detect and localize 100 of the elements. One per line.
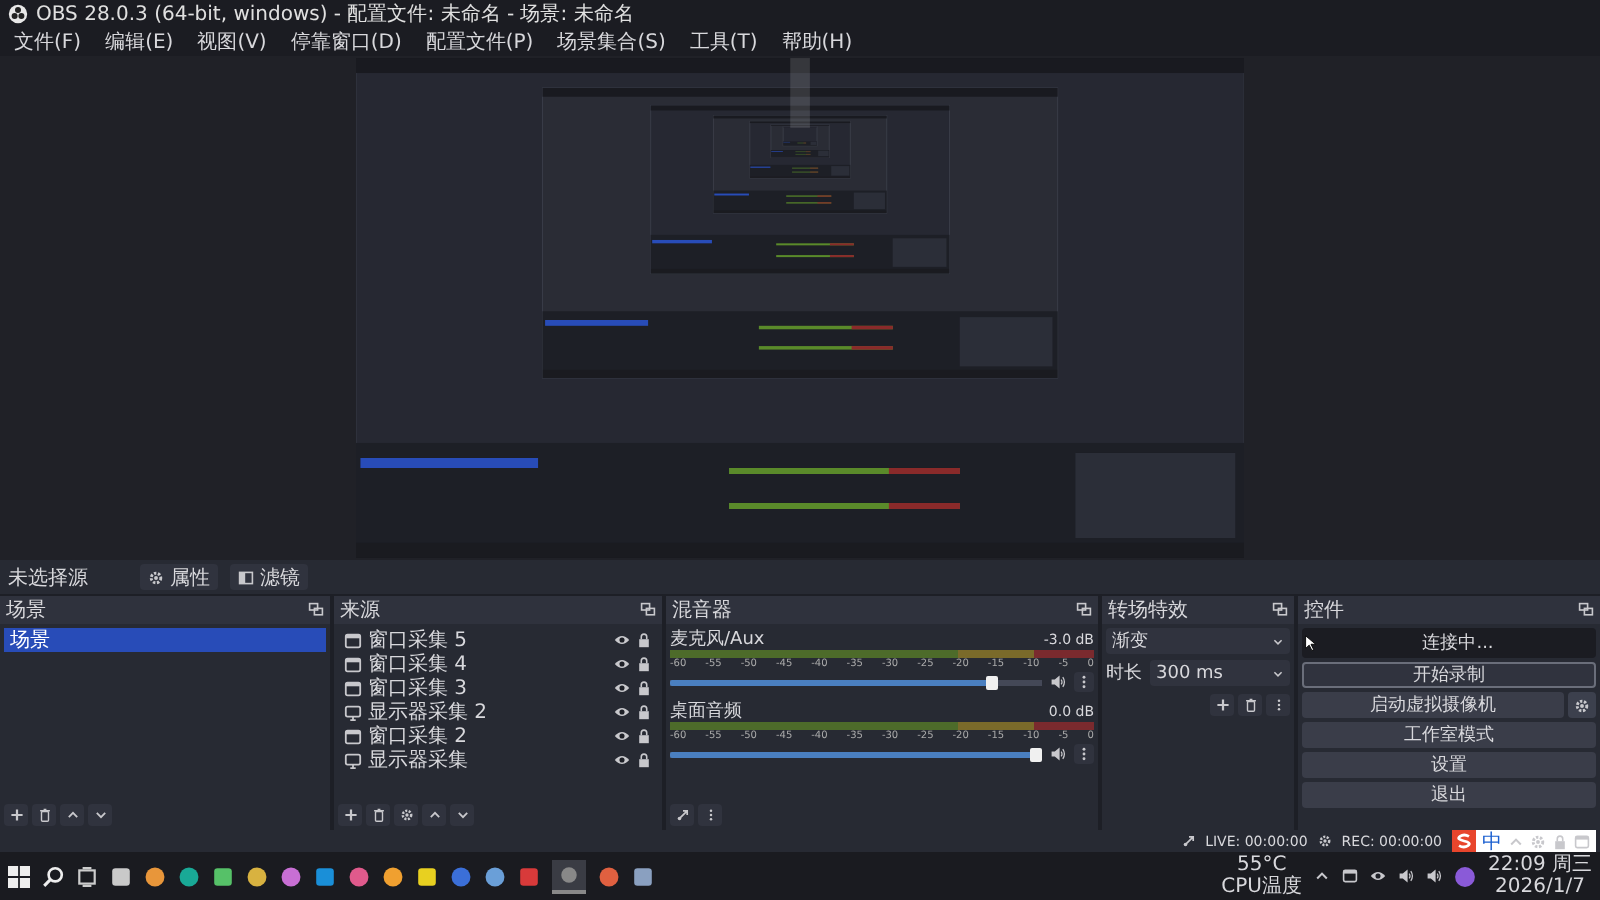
menu-button[interactable] [1266,693,1290,715]
app-icon[interactable] [314,865,336,887]
control-button[interactable]: 工作室模式 [1302,722,1596,748]
task-view-icon[interactable] [76,865,98,887]
up-icon [65,807,79,821]
duration-label: 时长 [1106,661,1142,686]
source-item[interactable]: 窗口采集 5 [368,626,468,654]
filter-icon [238,569,254,585]
gear-icon [1574,697,1590,713]
controls-title: 控件 [1304,598,1344,624]
up-icon [427,807,441,821]
eye-icon [614,656,630,672]
lock-icon [636,752,652,768]
ime-mode-indicator[interactable]: 中 [1482,827,1502,855]
source-item[interactable]: 窗口采集 3 [368,674,468,702]
move-up-button[interactable] [422,803,446,825]
virtual-camera-settings-button[interactable] [1568,692,1596,718]
window-icon [344,631,362,649]
menu-item[interactable]: 停靠窗口(D) [280,28,412,56]
scenes-title: 场景 [6,597,46,624]
cpu-temperature-label: CPU温度 [1221,876,1302,898]
app-icon[interactable] [280,865,302,887]
menu-item[interactable]: 文件(F) [4,28,92,56]
start-streaming-button[interactable]: 连接中... [1302,628,1596,658]
menu-item[interactable]: 视图(V) [187,28,277,56]
properties-button[interactable]: 属性 [140,564,218,590]
eye-icon [614,752,630,768]
eye-icon [614,704,630,720]
channel-menu-button[interactable] [1074,672,1094,692]
slider-handle[interactable] [1030,747,1042,761]
settings-button[interactable] [394,803,418,825]
source-item[interactable]: 窗口采集 4 [368,650,468,678]
move-up-button[interactable] [60,803,84,825]
mute-button[interactable] [1048,744,1068,764]
menu-item[interactable]: 编辑(E) [95,28,184,56]
virtual-camera-button[interactable]: 启动虚拟摄像机 [1302,692,1564,718]
tray-app-icon[interactable] [1454,865,1476,887]
app-icon[interactable] [552,859,586,893]
source-item[interactable]: 显示器采集 [368,746,468,774]
volume-slider[interactable] [670,745,1042,763]
menu-item[interactable]: 帮助(H) [771,28,863,56]
add-button[interactable] [338,803,362,825]
channel-menu-button[interactable] [1074,744,1094,764]
control-button[interactable]: 设置 [1302,752,1596,778]
trash-icon [37,807,51,821]
tray-icon [1342,868,1358,884]
remove-button[interactable] [1238,693,1262,715]
search-icon[interactable] [42,865,64,887]
speaker-icon [1050,674,1066,690]
remove-button[interactable] [32,803,56,825]
control-button[interactable]: 退出 [1302,782,1596,808]
start-icon[interactable] [8,865,30,887]
move-down-button[interactable] [88,803,112,825]
filters-button[interactable]: 滤镜 [230,564,308,590]
mixer-menu-button[interactable] [698,803,722,825]
source-item[interactable]: 窗口采集 2 [368,722,468,750]
move-down-button[interactable] [450,803,474,825]
app-icon[interactable] [348,865,370,887]
menu-item[interactable]: 配置文件(P) [415,28,544,56]
menu-item[interactable]: 场景集合(S) [547,28,676,56]
undock-icon [1076,602,1092,618]
menu-item[interactable]: 工具(T) [679,28,768,56]
speaker-icon [1050,746,1066,762]
app-icon[interactable] [416,865,438,887]
transitions-title: 转场特效 [1108,597,1188,624]
app-icon[interactable] [178,865,200,887]
plus-icon [9,807,23,821]
monitor-icon [344,703,362,721]
scene-item[interactable]: 场景 [4,628,326,652]
app-icon[interactable] [484,865,506,887]
app-icon[interactable] [212,865,234,887]
source-item[interactable]: 显示器采集 2 [368,698,488,726]
app-icon[interactable] [246,865,268,887]
lock-icon [636,632,652,648]
down-icon [455,807,469,821]
cpu-temperature: 55°C [1236,854,1287,876]
app-icon[interactable] [382,865,404,887]
start-recording-button[interactable]: 开始录制 [1302,662,1596,688]
sources-title: 来源 [340,597,380,624]
transition-select[interactable]: 渐变 [1106,628,1290,654]
window-icon [344,679,362,697]
lock-icon [636,680,652,696]
app-icon[interactable] [110,865,132,887]
channel-name: 桌面音频 [670,699,742,724]
spinner-icon [1272,667,1284,679]
app-icon[interactable] [144,865,166,887]
app-icon[interactable] [632,865,654,887]
link-icon [675,807,689,821]
add-button[interactable] [1210,693,1234,715]
volume-icon [1426,868,1442,884]
remove-button[interactable] [366,803,390,825]
gear-icon [148,569,164,585]
mute-button[interactable] [1048,672,1068,692]
slider-handle[interactable] [985,675,998,689]
app-icon[interactable] [598,865,620,887]
tray-icon [1370,868,1386,884]
clock[interactable]: 22:09 周三 2026/1/7 [1488,854,1592,898]
add-button[interactable] [4,803,28,825]
advanced-audio-button[interactable] [670,803,694,825]
duration-field[interactable]: 300 ms [1150,660,1290,686]
